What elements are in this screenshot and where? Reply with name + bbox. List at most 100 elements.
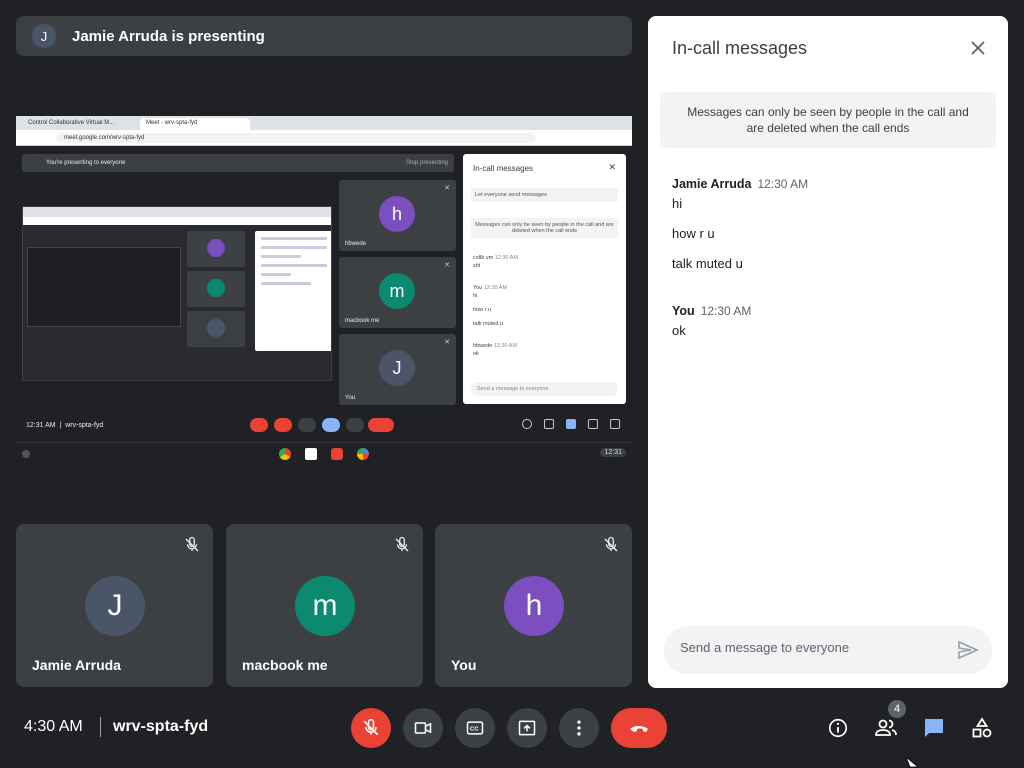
shared-chat-text: ok [473,351,479,357]
presenter-avatar: J [32,24,56,48]
in-call-messages-panel: In-call messages Messages can only be se… [648,16,1008,688]
shared-mic-button [250,418,268,432]
youtube-icon [331,448,343,460]
browser-tab: Control Collaborative Virtual M... [22,118,137,130]
meeting-code: wrv-spta-fyd [113,718,209,735]
participant-tile[interactable]: m macbook me [226,524,423,687]
recursive-screen-preview [22,206,332,381]
message-input[interactable] [680,640,950,655]
participants-count-badge: 4 [888,700,906,718]
info-icon [522,419,532,429]
participant-avatar: J [85,576,145,636]
hang-up-icon [630,726,648,732]
present-icon [518,720,536,736]
shared-chat-notice: Messages can only be seen by people in t… [471,218,618,238]
svg-text:CC: CC [470,727,479,733]
message-text: ok [672,323,686,338]
participant-name: Jamie Arruda [32,657,121,673]
close-icon [971,41,985,55]
browser-address-bar: meet.google.com/wrv-spta-fyd [16,130,632,146]
participant-tile[interactable]: h You [435,524,632,687]
activities-button[interactable] [968,714,996,742]
captions-icon: CC [466,721,484,735]
people-button[interactable] [872,714,900,742]
mic-off-icon [604,536,618,552]
lock-icon [610,419,620,429]
gmail-icon [305,448,317,460]
more-options-button[interactable] [559,708,599,748]
browser-url: meet.google.com/wrv-spta-fyd [56,133,536,143]
shared-chat-input: Send a message to everyone [471,382,618,396]
shared-chat-time: 12:30 AM [483,285,508,291]
mini-tile [187,231,245,267]
browser-tab-active: Meet - wrv-spta-fyd [140,118,250,130]
shared-tile-name: You [345,395,356,401]
shared-chat-title: In-call messages [473,164,534,173]
presenter-banner: J Jamie Arruda is presenting [16,16,632,56]
mic-off-icon [395,536,409,552]
presenter-text: Jamie Arruda is presenting [72,27,265,45]
shared-tile-name: macbook me [345,318,380,324]
shared-present-button [322,418,340,432]
present-screen-button[interactable] [507,708,547,748]
shared-meet-view: You're presenting to everyone Stop prese… [16,146,632,464]
mic-off-icon [363,718,379,736]
shared-hangup-button [368,418,394,432]
shared-controls: 12:31 AM | wrv-spta-fyd [16,410,632,440]
recursive-inner-preview [27,247,181,327]
shared-chat-text: talk muted u [473,321,503,327]
message-time: 12:30 AM [700,304,752,318]
shared-chat-time: 12:30 AM [494,255,518,261]
participant-avatar: h [504,576,564,636]
captions-button[interactable]: CC [455,708,495,748]
shared-tile-avatar: h [379,196,415,232]
meeting-details-button[interactable] [824,714,852,742]
chrome-icon [279,448,291,460]
panel-title: In-call messages [672,38,808,58]
message-text: how r u [672,226,715,241]
leave-call-button[interactable] [611,708,667,748]
shared-chat-toggle: Let everyone send messages [471,188,618,202]
activities-icon [972,717,992,738]
mic-off-icon: ✕ [444,262,450,269]
people-icon [875,719,897,736]
control-bar: 4:30 AM wrv-spta-fyd CC 4 [0,700,1024,768]
mic-off-icon: ✕ [444,339,450,346]
mouse-cursor-icon [906,757,920,768]
shared-meeting-code: wrv-spta-fyd [65,422,104,429]
more-vert-icon [577,720,581,736]
chat-icon [925,719,943,737]
shared-tile-name: hbwede [345,241,367,247]
mini-tile [187,311,245,347]
shared-camera-button [274,418,292,432]
camera-toggle-button[interactable] [403,708,443,748]
sender-name: You [672,304,695,318]
close-panel-button[interactable] [966,36,990,60]
close-icon: ✕ [608,162,616,172]
presenting-bar: You're presenting to everyone Stop prese… [22,154,454,172]
participant-tile[interactable]: J Jamie Arruda [16,524,213,687]
divider [100,717,101,737]
shared-chat-time: 12:30 AM [493,343,518,349]
mini-tile [187,271,245,307]
shared-time-code: 12:31 AM | wrv-spta-fyd [26,422,104,429]
shared-time: 12:31 AM [26,422,56,429]
os-shelf: 12:31 [16,442,632,464]
message-sender: You 12:30 AM [672,304,751,318]
browser-tabbar: Control Collaborative Virtual M... Meet … [16,116,632,130]
chat-button[interactable] [920,714,948,742]
message-text: hi [672,196,683,211]
shared-chat-text: how r u [473,307,492,313]
shared-tile-avatar: m [379,273,415,309]
microphone-toggle-button[interactable] [351,708,391,748]
chat-icon [566,419,576,429]
shared-more-button [346,418,364,432]
message-text: talk muted u [672,256,743,271]
info-icon [828,718,848,738]
people-icon [544,419,554,429]
participant-name: You [451,657,477,673]
send-icon[interactable] [956,638,980,662]
mic-off-icon: ✕ [444,185,450,192]
sender-name: Jamie Arruda [672,177,752,191]
mini-chat-panel [255,231,331,351]
